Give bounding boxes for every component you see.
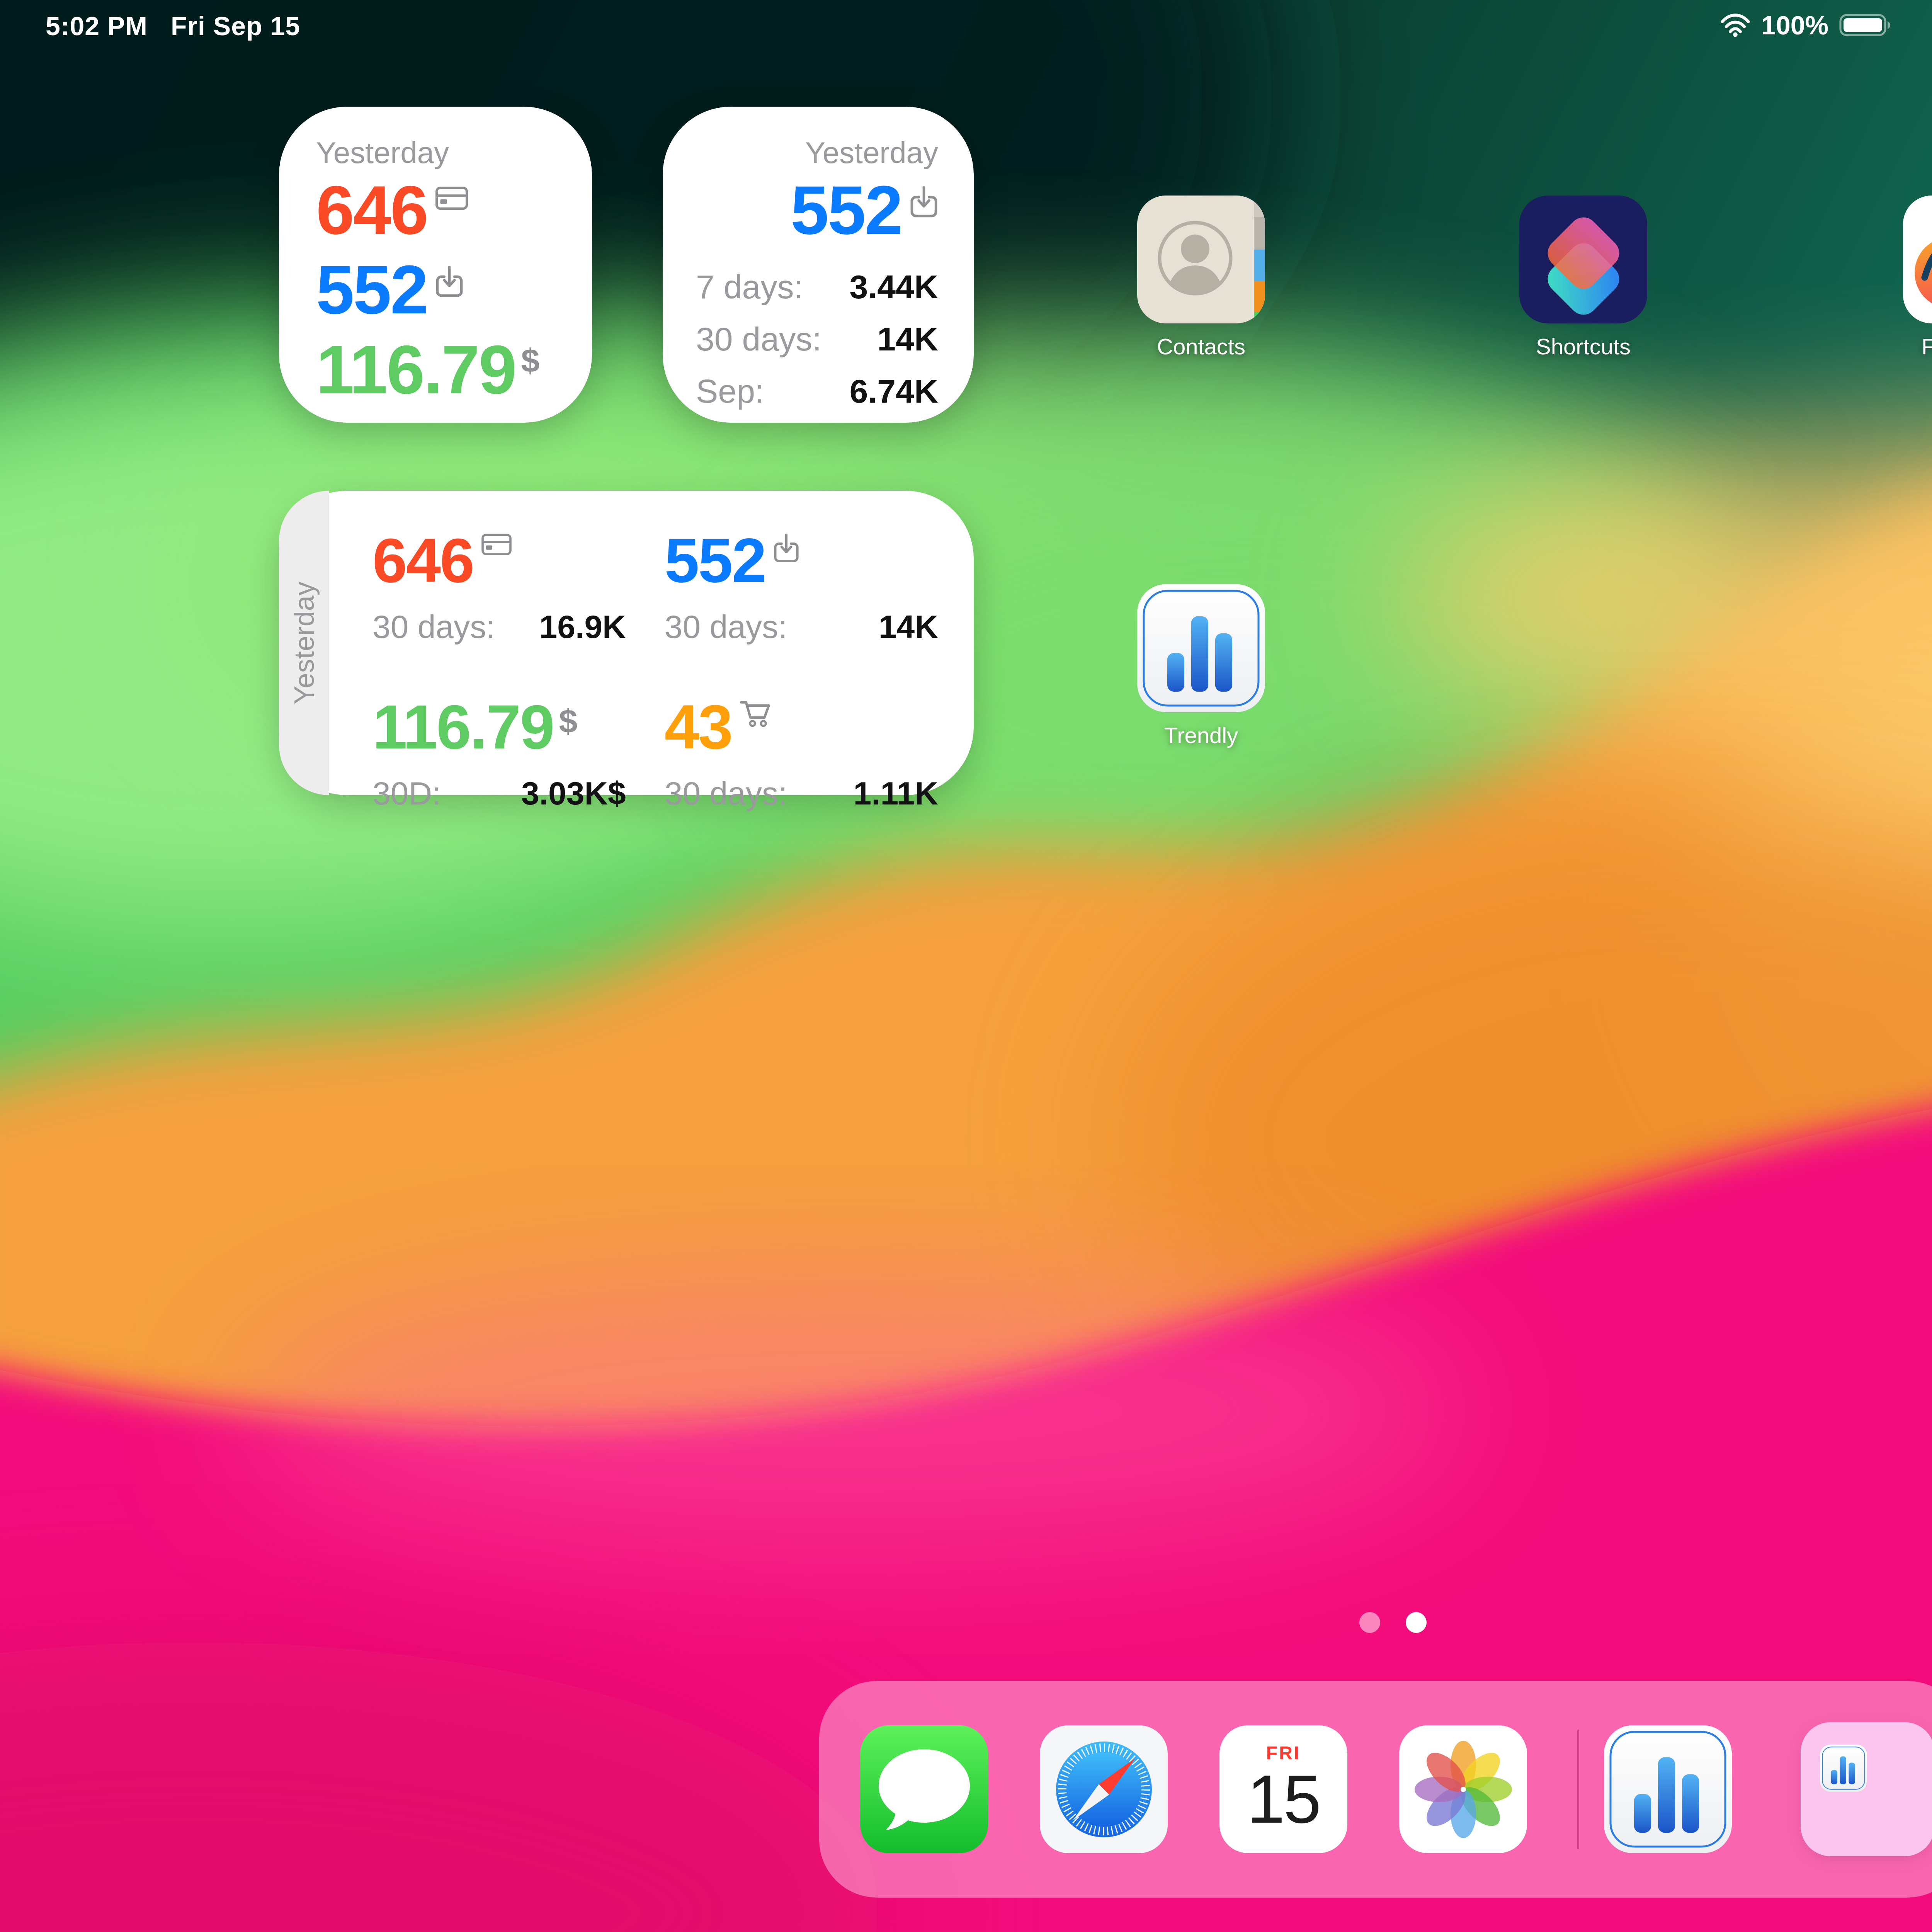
widget-title: Yesterday <box>696 135 938 170</box>
widget-title: Yesterday <box>316 135 577 170</box>
app-freeform[interactable]: Freeform <box>1903 196 1932 359</box>
widget-side-label: Yesterday <box>279 491 329 795</box>
stat-downloads-main: 552 <box>696 170 938 250</box>
page-indicator[interactable] <box>1359 1612 1427 1633</box>
app-label: Trendly <box>1137 722 1265 748</box>
cell-downloads: 552 30 days: 14K <box>665 524 938 646</box>
freeform-icon <box>1903 196 1932 323</box>
cell-revenue: 116.79 $ 30D: 3.03K$ <box>372 690 626 812</box>
download-icon <box>435 265 464 298</box>
widget-yesterday-overview[interactable]: Yesterday 646 30 days: 16.9K 552 30 days… <box>279 491 974 795</box>
status-left[interactable]: 5:02 PM Fri Sep 15 <box>46 11 300 41</box>
dock-calendar-icon[interactable]: FRI 15 <box>1219 1725 1347 1853</box>
cell-orders: 43 30 days: 1.11K <box>665 690 938 812</box>
stat-revenue: 116.79 $ <box>316 330 577 410</box>
clock: 5:02 PM <box>46 11 148 41</box>
stat-row: 30 days: 14K <box>696 320 938 358</box>
widget-yesterday-totals[interactable]: Yesterday 646 552 116.79 $ <box>279 107 592 423</box>
calendar-weekday: FRI <box>1266 1742 1301 1764</box>
battery-full-icon <box>1839 13 1893 37</box>
download-icon <box>910 185 938 218</box>
shortcuts-icon <box>1519 196 1647 323</box>
contacts-icon <box>1137 196 1265 323</box>
app-label: Contacts <box>1137 333 1265 359</box>
date: Fri Sep 15 <box>171 11 300 41</box>
stat-sales: 646 <box>316 170 577 250</box>
page-dot-2[interactable] <box>1406 1612 1427 1633</box>
dock-messages-icon[interactable] <box>860 1725 988 1853</box>
page-dot-1[interactable] <box>1359 1612 1380 1633</box>
dock-suggested-trendly[interactable] <box>1801 1722 1932 1856</box>
trendly-icon <box>1137 584 1265 712</box>
download-icon <box>773 532 799 563</box>
stat-row: 7 days: 3.44K <box>696 268 938 306</box>
wifi-icon <box>1720 13 1750 37</box>
dollar-sign: $ <box>559 702 578 741</box>
dock: FRI 15 <box>819 1681 1932 1898</box>
app-contacts[interactable]: Contacts <box>1137 196 1265 359</box>
credit-card-icon <box>435 185 468 211</box>
cell-sales: 646 30 days: 16.9K <box>372 524 626 646</box>
dock-trendly-icon[interactable] <box>1604 1725 1732 1853</box>
dock-safari-icon[interactable] <box>1040 1725 1168 1853</box>
status-bar: 5:02 PM Fri Sep 15 100% <box>0 0 1932 62</box>
widget-download-stats[interactable]: Yesterday 552 7 days: 3.44K 30 days: 14K… <box>663 107 974 423</box>
stat-row: Sep: 6.74K <box>696 372 938 410</box>
dollar-sign: $ <box>521 342 540 380</box>
dock-divider <box>1577 1730 1579 1849</box>
widget-grid: 646 30 days: 16.9K 552 30 days: 14K 116.… <box>329 491 974 795</box>
credit-card-icon <box>481 532 512 556</box>
dock-photos-icon[interactable] <box>1399 1725 1527 1853</box>
cart-icon <box>740 699 772 728</box>
app-shortcuts[interactable]: Shortcuts <box>1519 196 1647 359</box>
app-trendly[interactable]: Trendly <box>1137 584 1265 748</box>
app-label: Shortcuts <box>1519 333 1647 359</box>
battery-percent: 100% <box>1761 10 1828 40</box>
stat-downloads: 552 <box>316 250 577 330</box>
status-right[interactable]: 100% <box>1720 10 1893 40</box>
trendly-mini-icon <box>1820 1745 1867 1792</box>
calendar-day: 15 <box>1247 1764 1320 1835</box>
stat-rows: 7 days: 3.44K 30 days: 14K Sep: 6.74K <box>696 268 938 410</box>
app-label: Freeform <box>1903 333 1932 359</box>
